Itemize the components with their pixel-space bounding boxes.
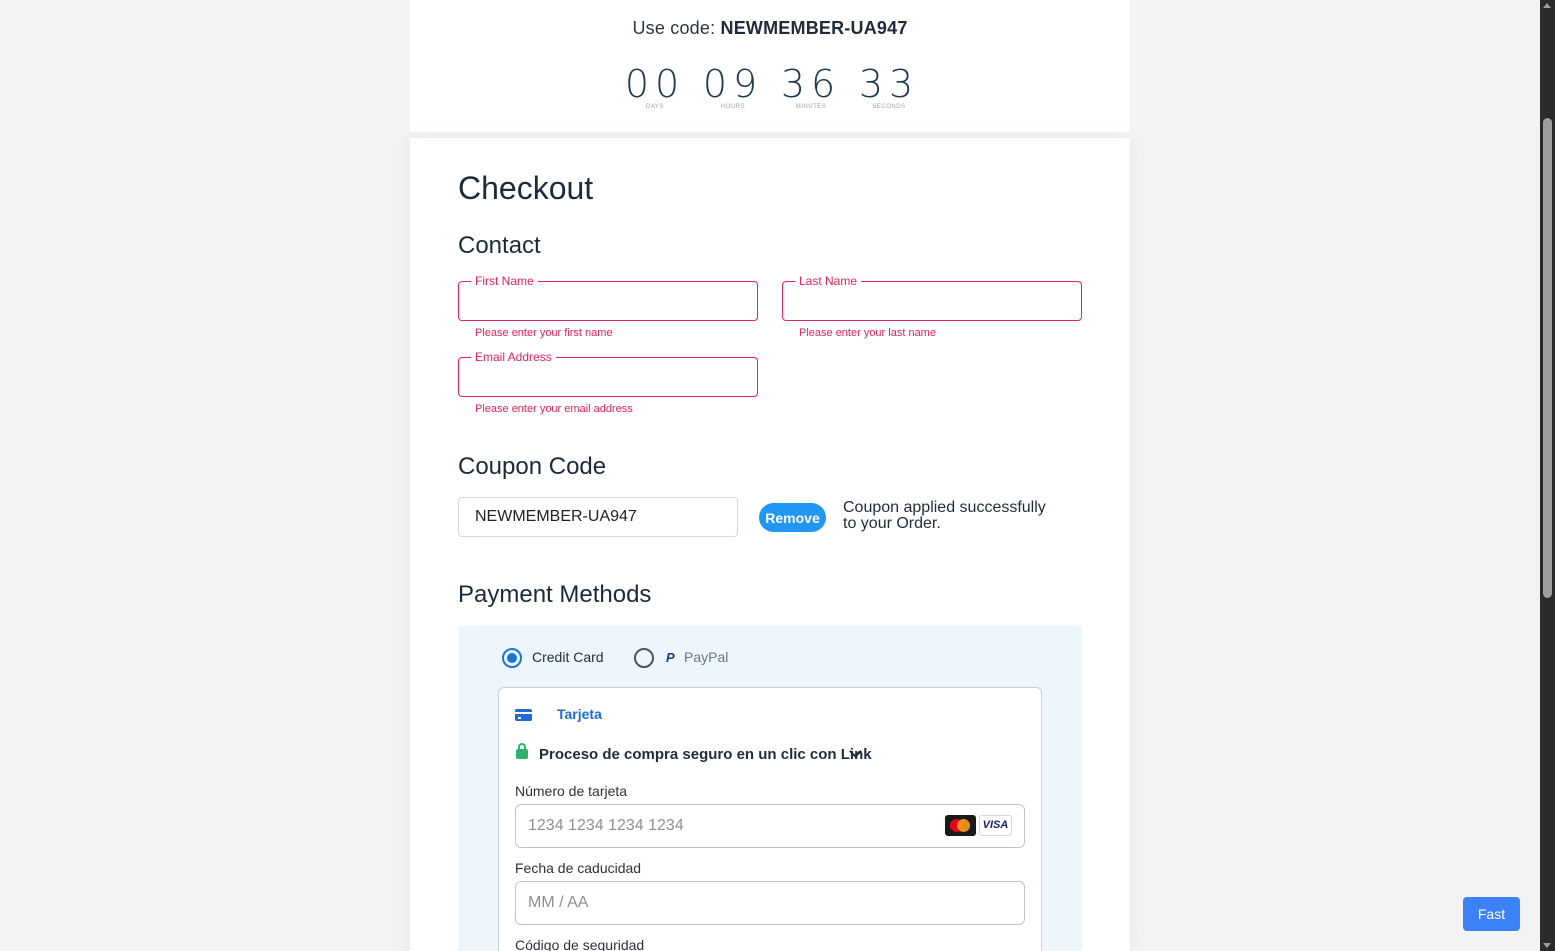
scroll-down-arrow-icon[interactable] [1543, 943, 1551, 948]
countdown-timer: 00 DAYS 09 HOURS 36 MINUTES 33 SECONDS [620, 62, 920, 122]
fast-button[interactable]: Fast [1463, 897, 1520, 931]
promo-code-value: NEWMEMBER-UA947 [720, 18, 908, 38]
countdown-seconds: 33 SECONDS [854, 62, 924, 110]
card-number-placeholder: 1234 1234 1234 1234 [528, 817, 684, 834]
expiry-placeholder: MM / AA [528, 894, 589, 911]
countdown-hours: 09 HOURS [698, 62, 768, 110]
credit-card-label[interactable]: Credit Card [532, 649, 604, 665]
page-scrollbar[interactable] [1540, 0, 1555, 951]
first-name-field[interactable]: First Name [458, 273, 758, 321]
last-name-label: Last Name [795, 273, 862, 289]
paypal-icon: P [666, 650, 675, 665]
credit-card-radio[interactable] [502, 648, 522, 668]
paypal-label[interactable]: PayPal [684, 649, 728, 665]
scrollbar-thumb[interactable] [1543, 118, 1552, 598]
lock-icon [516, 743, 528, 759]
countdown-minutes: 36 MINUTES [776, 62, 846, 110]
scroll-up-arrow-icon[interactable] [1543, 3, 1551, 8]
promo-code-prefix: Use code: [632, 18, 716, 38]
countdown-seconds-value: 33 [858, 62, 920, 106]
card-number-label: Número de tarjeta [515, 783, 628, 799]
card-number-input[interactable]: 1234 1234 1234 1234 VISA [515, 804, 1025, 848]
payment-heading: Payment Methods [458, 581, 652, 608]
email-label: Email Address [471, 349, 556, 365]
promo-banner: Use code: NEWMEMBER-UA947 00 DAYS 09 HOU… [410, 0, 1130, 132]
mastercard-icon [945, 815, 976, 836]
promo-code-text: Use code: NEWMEMBER-UA947 [410, 18, 1130, 39]
cvc-label: Código de seguridad [515, 937, 645, 951]
last-name-error: Please enter your last name [799, 327, 936, 339]
link-checkout-toggle[interactable]: Proceso de compra seguro en un clic con … [539, 746, 872, 763]
tab-card[interactable]: Tarjeta [557, 706, 602, 722]
coupon-input[interactable]: NEWMEMBER-UA947 [458, 497, 738, 537]
checkout-card: Checkout Contact First Name Please enter… [410, 138, 1130, 951]
coupon-success-message: Coupon applied successfully to your Orde… [843, 499, 1046, 532]
countdown-days-value: 00 [624, 62, 686, 106]
first-name-label: First Name [471, 273, 538, 289]
first-name-error: Please enter your first name [475, 327, 613, 339]
coupon-heading: Coupon Code [458, 453, 607, 480]
email-error: Please enter your email address [475, 403, 633, 415]
credit-card-icon [515, 709, 532, 721]
remove-coupon-button[interactable]: Remove [759, 503, 826, 532]
contact-heading: Contact [458, 232, 541, 259]
paypal-radio[interactable] [634, 648, 654, 668]
email-field[interactable]: Email Address [458, 349, 758, 397]
countdown-minutes-value: 36 [780, 62, 842, 106]
last-name-field[interactable]: Last Name [782, 273, 1082, 321]
card-payment-form: Tarjeta Proceso de compra seguro en un c… [498, 687, 1042, 951]
expiry-label: Fecha de caducidad [515, 860, 642, 876]
page-title: Checkout [458, 170, 594, 206]
payment-methods-panel: Credit Card P PayPal Tarjeta Proceso de … [458, 626, 1082, 951]
visa-icon: VISA [979, 815, 1012, 836]
countdown-days: 00 DAYS [620, 62, 690, 110]
countdown-hours-value: 09 [702, 62, 764, 106]
expiry-input[interactable]: MM / AA [515, 881, 1025, 925]
